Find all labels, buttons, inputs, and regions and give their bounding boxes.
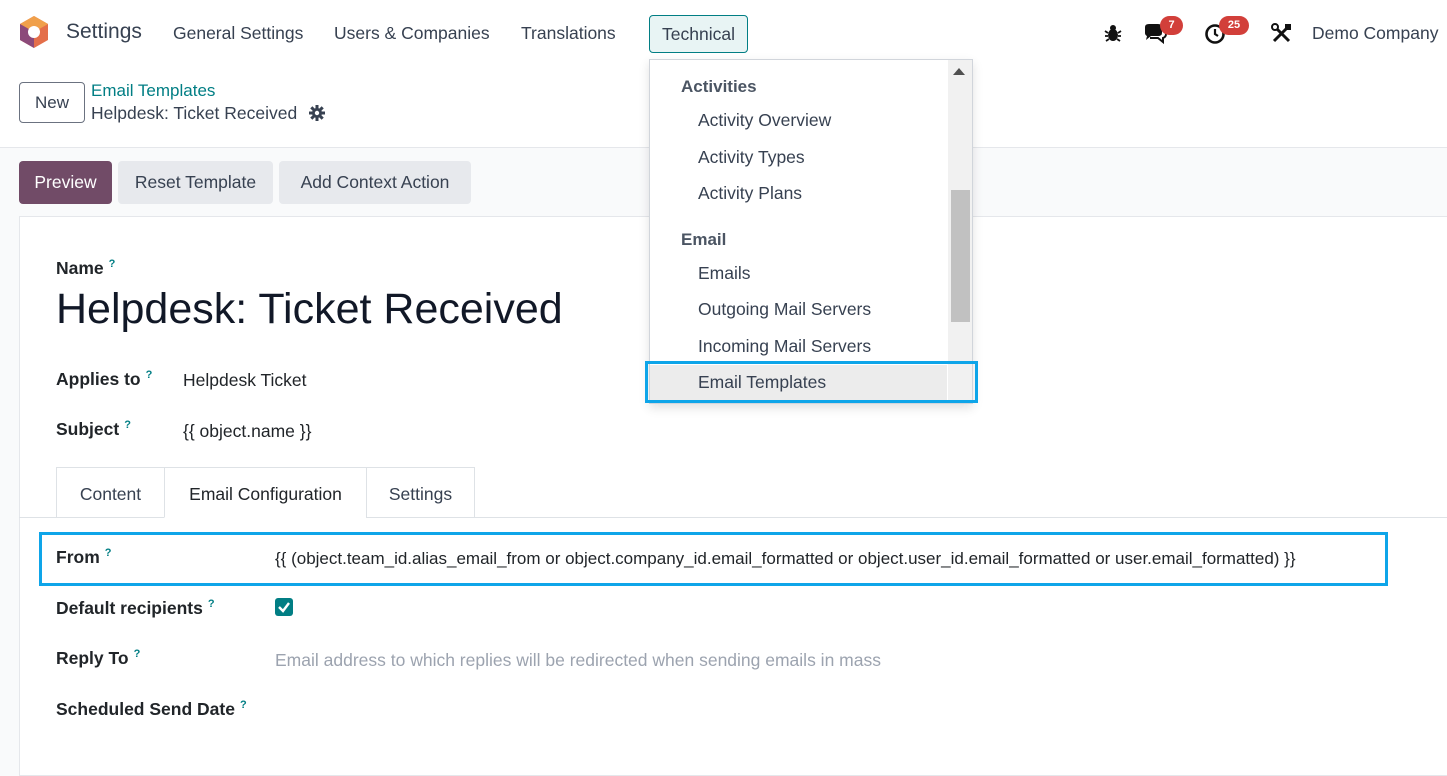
subject-field[interactable]: {{ object.name }} [183,421,311,442]
reply-to-help-icon[interactable]: ? [134,648,141,660]
tab-settings[interactable]: Settings [366,467,475,518]
technical-dropdown-menu: Activities Activity Overview Activity Ty… [649,59,973,404]
tab-content[interactable]: Content [56,467,165,518]
company-switcher[interactable]: Demo Company [1312,23,1438,44]
breadcrumb-current-record: Helpdesk: Ticket Received [91,103,298,123]
dropdown-scroll-thumb[interactable] [951,190,970,322]
activities-count-badge: 25 [1219,16,1249,35]
checkmark-icon [278,602,290,613]
menu-users-companies[interactable]: Users & Companies [334,23,490,44]
dropdown-item-emails[interactable]: Emails [698,263,751,284]
dropdown-section-activities: Activities [681,77,757,96]
new-button[interactable]: New [19,82,85,123]
scheduled-send-date-help-icon[interactable]: ? [240,699,247,711]
reply-to-label: Reply To? [56,648,141,668]
breadcrumb-email-templates[interactable]: Email Templates [91,81,215,101]
dropdown-item-activity-overview[interactable]: Activity Overview [698,110,831,131]
dropdown-item-activity-types[interactable]: Activity Types [698,147,805,168]
dropdown-item-outgoing-mail-servers[interactable]: Outgoing Mail Servers [698,299,871,320]
from-highlight-box [39,532,1388,586]
default-recipients-label: Default recipients? [56,598,215,618]
dropdown-section-email: Email [681,230,727,249]
menu-translations[interactable]: Translations [521,23,616,44]
applies-to-help-icon[interactable]: ? [146,369,153,381]
scroll-up-arrow-icon[interactable] [953,68,965,75]
tab-email-configuration[interactable]: Email Configuration [164,467,367,518]
default-recipients-help-icon[interactable]: ? [208,598,215,610]
template-name-field[interactable]: Helpdesk: Ticket Received [56,285,563,334]
email-templates-highlight-box [645,361,978,403]
messages-count-badge: 7 [1160,16,1183,35]
subject-help-icon[interactable]: ? [124,419,131,431]
dropdown-item-incoming-mail-servers[interactable]: Incoming Mail Servers [698,336,871,357]
subject-label: Subject? [56,419,131,439]
top-navbar: Settings General Settings Users & Compan… [0,0,1447,68]
applies-to-label: Applies to? [56,369,153,389]
add-context-action-button[interactable]: Add Context Action [279,161,471,204]
reply-to-field[interactable]: Email address to which replies will be r… [275,650,881,671]
bug-icon[interactable] [1104,23,1122,43]
name-help-icon[interactable]: ? [109,258,116,270]
app-name[interactable]: Settings [66,20,142,44]
reset-template-button[interactable]: Reset Template [118,161,273,204]
gear-icon[interactable] [309,105,325,121]
default-recipients-checkbox[interactable] [275,598,293,616]
debug-tools-icon[interactable] [1271,23,1292,44]
menu-technical[interactable]: Technical [649,15,748,53]
scheduled-send-date-label: Scheduled Send Date? [56,699,247,719]
name-label: Name? [56,258,116,278]
app-logo-icon[interactable] [18,15,50,49]
applies-to-field[interactable]: Helpdesk Ticket [183,370,307,391]
menu-general-settings[interactable]: General Settings [173,23,303,44]
preview-button[interactable]: Preview [19,161,112,204]
dropdown-item-activity-plans[interactable]: Activity Plans [698,183,802,204]
